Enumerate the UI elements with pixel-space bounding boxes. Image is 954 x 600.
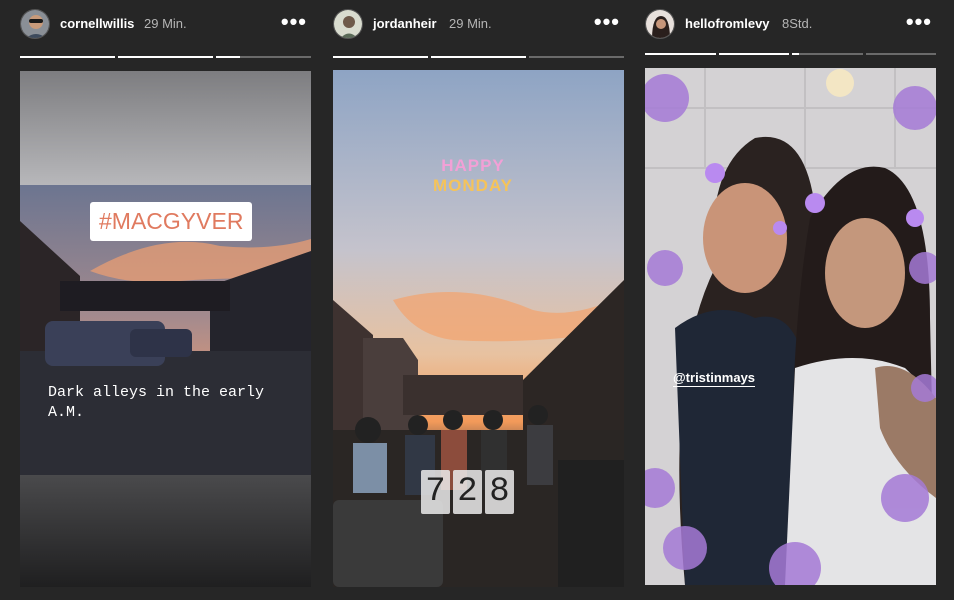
clock-digit: 8 <box>485 470 514 514</box>
progress-fill <box>645 53 716 55</box>
story-card-cornellwillis[interactable]: cornellwillis 29 Min. ••• #MACGYVER Dark… <box>20 0 311 600</box>
clock-digit: 7 <box>421 470 450 514</box>
story-media[interactable]: #MACGYVER Dark alleys in the early A.M. <box>20 71 311 587</box>
story-header: jordanheir 29 Min. ••• <box>333 7 624 41</box>
hashtag-sticker: #MACGYVER <box>90 202 253 241</box>
time-sticker: 7 2 8 <box>421 470 514 514</box>
progress-fill <box>718 53 789 55</box>
progress-segment <box>20 56 115 58</box>
story-media[interactable]: @tristinmays <box>645 68 936 585</box>
progress-bar <box>20 56 311 58</box>
story-photo <box>645 68 936 585</box>
avatar[interactable] <box>645 9 675 39</box>
story-header: hellofromlevy 8Std. ••• <box>645 7 936 41</box>
progress-fill <box>118 56 213 58</box>
avatar[interactable] <box>20 9 50 39</box>
more-options-icon[interactable]: ••• <box>594 9 620 35</box>
story-header: cornellwillis 29 Min. ••• <box>20 7 311 41</box>
progress-bar <box>333 56 624 58</box>
progress-segment <box>431 56 526 58</box>
progress-fill <box>792 53 800 55</box>
progress-fill <box>216 56 240 58</box>
mention-tag[interactable]: @tristinmays <box>673 370 756 387</box>
progress-fill <box>20 56 115 58</box>
timestamp: 29 Min. <box>144 16 187 31</box>
clock-digit: 2 <box>453 470 482 514</box>
story-caption: Dark alleys in the early A.M. <box>48 383 308 423</box>
progress-segment <box>645 53 716 55</box>
sticker-line: HAPPY <box>441 156 505 175</box>
caption-line: Dark alleys in the early <box>48 384 265 401</box>
progress-segment <box>333 56 428 58</box>
progress-segment <box>865 53 936 55</box>
happy-monday-sticker: HAPPY MONDAY <box>433 156 513 196</box>
progress-bar <box>645 53 936 55</box>
story-card-hellofromlevy[interactable]: hellofromlevy 8Std. ••• @tristinmays <box>645 0 936 600</box>
story-media[interactable]: HAPPY MONDAY 7 2 8 <box>333 70 624 587</box>
caption-line: A.M. <box>48 404 85 421</box>
progress-segment <box>529 56 624 58</box>
story-photo <box>20 71 311 587</box>
progress-segment <box>718 53 789 55</box>
timestamp: 29 Min. <box>449 16 492 31</box>
progress-segment <box>792 53 863 55</box>
username[interactable]: hellofromlevy <box>685 16 770 31</box>
progress-segment <box>118 56 213 58</box>
username[interactable]: cornellwillis <box>60 16 134 31</box>
timestamp: 8Std. <box>782 16 813 31</box>
sticker-line: MONDAY <box>433 176 513 195</box>
progress-fill <box>431 56 526 58</box>
progress-fill <box>333 56 428 58</box>
more-options-icon[interactable]: ••• <box>281 9 307 35</box>
story-card-jordanheir[interactable]: jordanheir 29 Min. ••• HAPPY MONDAY 7 2 … <box>333 0 624 600</box>
avatar[interactable] <box>333 9 363 39</box>
username[interactable]: jordanheir <box>373 16 437 31</box>
more-options-icon[interactable]: ••• <box>906 9 932 35</box>
progress-segment <box>216 56 311 58</box>
